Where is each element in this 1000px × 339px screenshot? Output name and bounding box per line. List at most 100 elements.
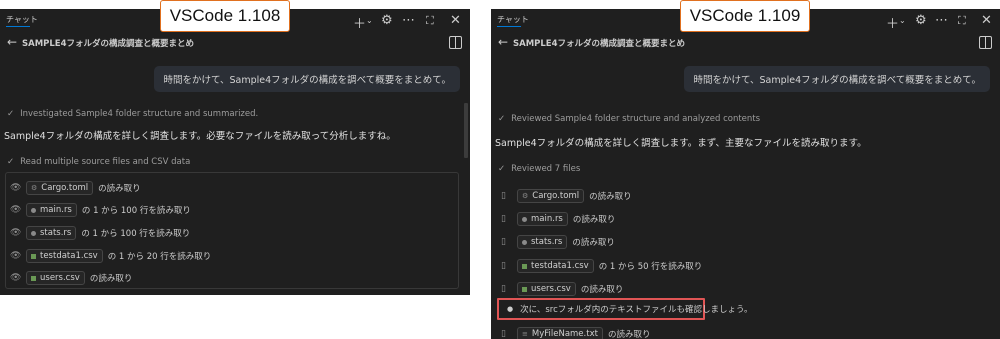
more-icon[interactable]: ⋯ (935, 13, 948, 28)
csv-file-icon (522, 286, 527, 292)
tab-chat[interactable]: チャット (6, 14, 38, 25)
file-chip[interactable]: ⚙ Cargo.toml (26, 181, 94, 195)
csv-file-icon (31, 253, 36, 259)
file-chip[interactable]: main.rs (517, 212, 568, 226)
read-status[interactable]: ✓ Read multiple source files and CSV data (7, 157, 190, 167)
file-chip[interactable]: testdata1.csv (517, 259, 594, 273)
rust-file-icon (522, 239, 527, 245)
book-icon: ▯ (501, 237, 506, 247)
chevron-down-icon[interactable]: ⌄ (899, 16, 906, 25)
file-name: Cargo.toml (41, 183, 89, 193)
rust-file-icon (31, 207, 36, 213)
file-chip[interactable]: users.csv (26, 271, 85, 285)
check-icon: ✓ (498, 114, 506, 124)
file-name: testdata1.csv (531, 261, 589, 271)
file-read-detail: の読み取り (580, 285, 624, 295)
eye-icon: 👁 (10, 251, 22, 261)
rust-file-icon (522, 216, 527, 222)
file-read-row[interactable]: ▯ users.csv の読み取り (501, 282, 623, 296)
more-icon[interactable]: ⋯ (402, 13, 415, 28)
file-name: users.csv (40, 273, 80, 283)
file-name: main.rs (40, 205, 72, 215)
file-read-row[interactable]: ▯ main.rs の読み取り (501, 212, 615, 226)
plus-icon[interactable]: ＋ (353, 13, 366, 32)
file-name: stats.rs (531, 237, 563, 247)
maximize-icon[interactable]: ⛶ (426, 14, 434, 28)
file-read-detail: の読み取り (589, 192, 632, 202)
check-icon: ✓ (7, 157, 15, 167)
file-read-detail: の読み取り (572, 215, 616, 225)
file-read-row[interactable]: 👁 stats.rs の 1 から 100 行を読み取り (10, 226, 190, 240)
tab-active-indicator (497, 26, 521, 27)
book-icon: ▯ (501, 261, 506, 271)
settings-file-icon: ⚙ (31, 184, 38, 192)
book-icon: ▯ (501, 214, 506, 224)
read-status-text: Reviewed 7 files (511, 164, 581, 174)
file-chip[interactable]: ⚙ Cargo.toml (517, 189, 585, 203)
eye-icon: 👁 (10, 228, 22, 238)
eye-icon: 👁 (10, 273, 22, 283)
file-read-detail: の読み取り (607, 330, 651, 339)
file-chip[interactable]: testdata1.csv (26, 249, 103, 263)
read-status-text: Read multiple source files and CSV data (20, 157, 191, 167)
gear-icon[interactable]: ⚙ (915, 13, 927, 28)
sidebar-toggle-icon[interactable] (979, 36, 992, 49)
eye-icon: 👁 (10, 183, 22, 193)
file-read-row[interactable]: 👁 main.rs の 1 から 100 行を読み取り (10, 203, 191, 217)
tab-active-indicator (6, 26, 30, 27)
file-read-detail: の 1 から 20 行を読み取り (107, 252, 212, 262)
progress-status[interactable]: ✓ Reviewed Sample4 folder structure and a… (498, 114, 760, 124)
progress-status-text: Investigated Sample4 folder structure an… (20, 109, 259, 119)
file-chip[interactable]: users.csv (517, 282, 576, 296)
gear-icon[interactable]: ⚙ (381, 13, 393, 28)
version-label-right: VSCode 1.109 (680, 0, 810, 32)
close-icon[interactable]: ✕ (981, 13, 992, 28)
back-arrow-icon[interactable]: ← (498, 35, 508, 49)
file-name: MyFileName.txt (531, 329, 598, 339)
file-chip[interactable]: stats.rs (26, 226, 77, 240)
rust-file-icon (31, 230, 36, 236)
maximize-icon[interactable]: ⛶ (958, 14, 966, 28)
progress-status[interactable]: ✓ Investigated Sample4 folder structure a… (7, 109, 258, 119)
chat-header: ← SAMPLE4フォルダの構成調査と概要まとめ (491, 35, 1000, 55)
chevron-down-icon[interactable]: ⌄ (366, 16, 373, 25)
version-label-left: VSCode 1.108 (160, 0, 290, 32)
file-chip[interactable]: ≡ MyFileName.txt (517, 327, 603, 339)
response-text: Sample4フォルダの構成を詳しく調査します。まず、主要なファイルを読み取りま… (495, 138, 867, 149)
book-icon: ▯ (501, 191, 506, 201)
chat-title: SAMPLE4フォルダの構成調査と概要まとめ (22, 39, 195, 49)
sidebar-toggle-icon[interactable] (449, 36, 462, 49)
file-read-detail: の 1 から 100 行を読み取り (81, 229, 191, 239)
settings-file-icon: ⚙ (522, 192, 529, 200)
file-read-row[interactable]: ▯ ⚙ Cargo.toml の読み取り (501, 189, 632, 203)
check-icon: ✓ (498, 164, 506, 174)
file-read-detail: の読み取り (572, 238, 615, 248)
user-message: 時間をかけて、Sample4フォルダの構成を調べて概要をまとめて。 (154, 66, 460, 92)
chat-panel-1109: チャット ＋ ⌄ ⚙ ⋯ ⛶ ✕ ← SAMPLE4フォルダの構成調査と概要まと… (491, 9, 1000, 339)
tab-chat[interactable]: チャット (497, 14, 529, 25)
file-read-row[interactable]: ▯ ≡ MyFileName.txt の読み取り (501, 327, 650, 339)
file-name: Cargo.toml (532, 191, 580, 201)
file-read-row[interactable]: ▯ testdata1.csv の 1 から 50 行を読み取り (501, 259, 702, 273)
file-read-row[interactable]: 👁 users.csv の読み取り (10, 271, 132, 285)
book-icon: ▯ (501, 284, 506, 294)
file-read-row[interactable]: ▯ stats.rs の読み取り (501, 235, 615, 249)
file-name: testdata1.csv (40, 251, 98, 261)
plus-icon[interactable]: ＋ (886, 13, 899, 32)
back-arrow-icon[interactable]: ← (7, 35, 17, 49)
file-chip[interactable]: main.rs (26, 203, 77, 217)
file-name: users.csv (531, 284, 571, 294)
file-read-detail: の読み取り (98, 184, 141, 194)
file-name: stats.rs (40, 228, 72, 238)
chat-title: SAMPLE4フォルダの構成調査と概要まとめ (513, 39, 686, 49)
file-read-row[interactable]: 👁 testdata1.csv の 1 から 20 行を読み取り (10, 249, 211, 263)
chat-panel-1108: チャット ＋ ⌄ ⚙ ⋯ ⛶ ✕ ← SAMPLE4フォルダの構成調査と概要まと… (0, 9, 470, 295)
scrollbar[interactable] (464, 103, 468, 158)
file-chip[interactable]: stats.rs (517, 235, 568, 249)
csv-file-icon (522, 263, 527, 269)
read-status[interactable]: ✓ Reviewed 7 files (498, 164, 580, 174)
check-icon: ✓ (7, 109, 15, 119)
close-icon[interactable]: ✕ (450, 13, 461, 28)
chat-header: ← SAMPLE4フォルダの構成調査と概要まとめ (0, 35, 470, 55)
file-read-row[interactable]: 👁 ⚙ Cargo.toml の読み取り (10, 181, 141, 195)
